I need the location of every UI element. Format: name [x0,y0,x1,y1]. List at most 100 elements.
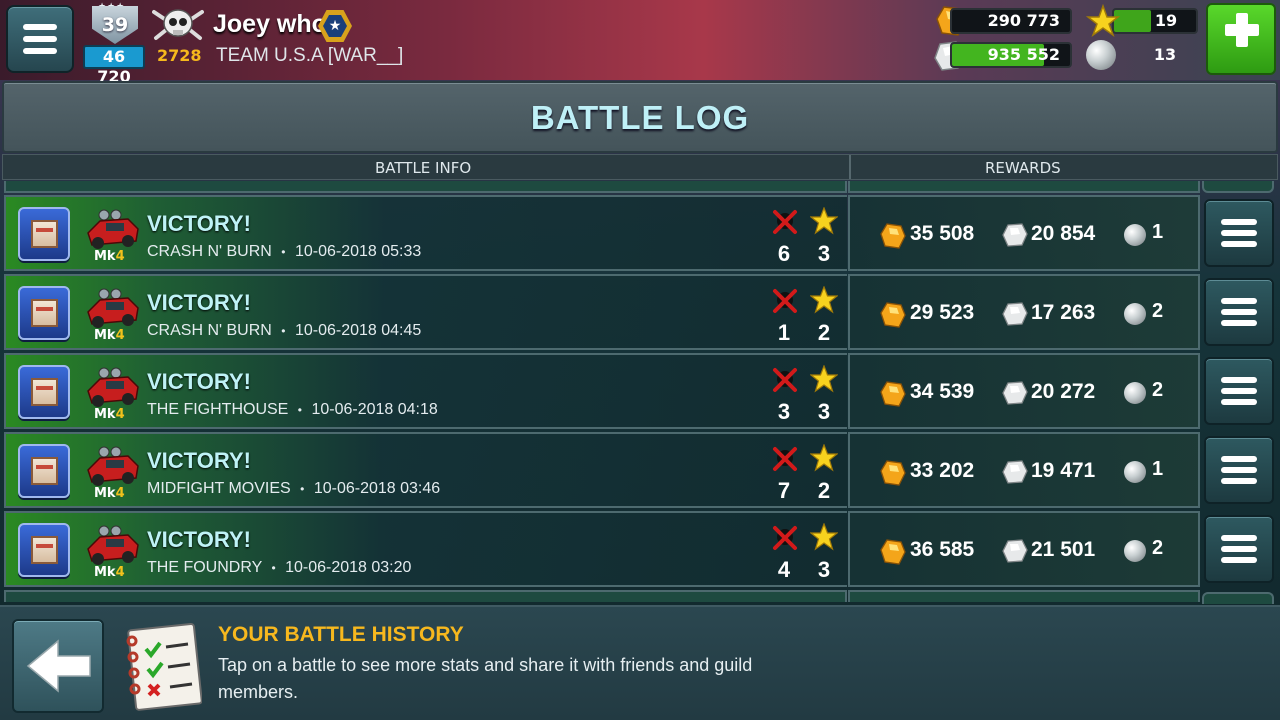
battle-result: VICTORY! [147,290,251,315]
battle-map-and-date: THE FIGHTHOUSE • 10-06-2018 04:18 [147,401,438,419]
battle-result: VICTORY! [147,527,251,552]
crossed-skull-icon [773,210,797,234]
top-bar: ★★★ 39 46 720 2728 Joey who ★ TEAM U.S.A… [0,0,1280,86]
battle-result: VICTORY! [147,369,251,394]
map-name: THE FIGHTHOUSE [147,401,289,418]
battle-datetime: 10-06-2018 04:45 [294,322,422,339]
list-edge [1202,592,1274,604]
kills-count: 4 [777,557,791,582]
map-name: CRASH N' BURN [147,243,272,260]
footer-description: Tap on a battle to see more stats and sh… [218,655,753,702]
rewards-cell[interactable]: 29 523 17 263 2 [848,274,1200,350]
menu-line [23,48,57,54]
pearl-icon [1124,303,1146,325]
star-count: 19 [1154,11,1178,30]
reward-gold: 33 202 [910,459,975,482]
battle-info-cell[interactable]: Mk4 VICTORY! CRASH N' BURN • 10-06-2018 … [4,195,847,271]
column-divider [849,155,851,179]
car-icon [87,288,139,328]
player-level: 39 [101,14,129,36]
battle-datetime: 10-06-2018 03:20 [285,559,412,576]
footer: YOUR BATTLE HISTORY Tap on a battle to s… [0,605,1280,720]
star-progress-bar: 19 [1112,8,1198,34]
battle-details-button[interactable] [1204,515,1274,583]
skull-avatar-icon[interactable] [152,4,204,44]
battle-details-button[interactable] [1204,357,1274,425]
reward-gold: 35 508 [910,222,975,245]
main-menu-button[interactable] [6,5,74,73]
team-name[interactable]: TEAM U.S.A [WAR__] [216,45,403,67]
page-title: BATTLE LOG [530,99,750,136]
star-icon [1086,4,1120,37]
kills-count: 1 [777,320,791,345]
stars-count: 3 [817,399,831,424]
battle-row[interactable]: Mk4 VICTORY! THE FIGHTHOUSE • 10-06-2018… [2,353,1278,429]
battle-info-cell[interactable]: Mk4 VICTORY! MIDFIGHT MOVIES • 10-06-201… [4,432,847,508]
battle-info-cell[interactable]: Mk4 VICTORY! THE FOUNDRY • 10-06-2018 03… [4,511,847,587]
pearl-icon [1124,224,1146,246]
silver-gem-icon [1002,539,1028,563]
reward-gold: 29 523 [910,301,975,324]
crossed-skull-icon [773,289,797,313]
player-xp: 46 720 [83,45,145,86]
gold-gem-icon [880,223,906,249]
battle-row[interactable]: Mk4 VICTORY! THE FOUNDRY • 10-06-2018 03… [2,511,1278,587]
crossed-skull-icon [773,526,797,550]
silver-gem-icon [1002,381,1028,405]
reward-silver: 20 854 [1031,222,1096,245]
rewards-cell[interactable]: 33 202 19 471 1 [848,432,1200,508]
battle-row[interactable]: Mk4 VICTORY! CRASH N' BURN • 10-06-2018 … [2,195,1278,271]
stars-count: 2 [817,320,831,345]
kills-count: 6 [777,241,791,266]
battle-datetime: 10-06-2018 03:46 [313,480,441,497]
car-icon [87,525,139,565]
map-name: MIDFIGHT MOVIES [147,480,291,497]
kills-count: 3 [777,399,791,424]
trophy-count: 2728 [157,46,202,65]
checklist-notebook-icon [126,622,202,711]
list-edge [4,181,847,193]
battle-map-and-date: CRASH N' BURN • 10-06-2018 05:33 [147,243,421,261]
battle-info-cell[interactable]: Mk4 VICTORY! THE FIGHTHOUSE • 10-06-2018… [4,353,847,429]
crossed-skull-icon [773,447,797,471]
star-icon [810,444,838,472]
battle-map-and-date: MIDFIGHT MOVIES • 10-06-2018 03:46 [147,480,440,498]
guild-fort-badge-icon [18,444,70,498]
silver-amount: 935 552 [987,45,1060,64]
menu-line [23,24,57,30]
battle-details-button[interactable] [1204,199,1274,267]
pearl-count: 13 [1153,45,1177,64]
level-shield-icon[interactable]: 39 [92,6,138,44]
battle-details-button[interactable] [1204,278,1274,346]
player-name[interactable]: Joey who [213,10,327,39]
list-edge [848,590,1200,602]
rewards-cell[interactable]: 35 508 20 854 1 [848,195,1200,271]
battle-map-and-date: THE FOUNDRY • 10-06-2018 03:20 [147,559,411,577]
battle-row[interactable]: Mk4 VICTORY! CRASH N' BURN • 10-06-2018 … [2,274,1278,350]
back-button[interactable] [12,619,104,713]
battle-list[interactable]: Mk4 VICTORY! CRASH N' BURN • 10-06-2018 … [2,181,1278,604]
column-headers: BATTLE INFO REWARDS [2,154,1278,180]
menu-line [23,36,57,42]
kills-count: 7 [777,478,791,503]
gold-gem-icon [880,381,906,407]
battle-row[interactable]: Mk4 VICTORY! MIDFIGHT MOVIES • 10-06-201… [2,432,1278,508]
silver-amount-bar: 935 552 [950,42,1072,68]
rewards-cell[interactable]: 36 585 21 501 2 [848,511,1200,587]
battle-datetime: 10-06-2018 05:33 [294,243,422,260]
guild-fort-badge-icon [18,286,70,340]
back-arrow-icon [26,639,91,693]
mk-label: Mk4 [94,486,125,501]
battle-details-button[interactable] [1204,436,1274,504]
stars-count: 3 [817,241,831,266]
map-name: CRASH N' BURN [147,322,272,339]
mk-label: Mk4 [94,328,125,343]
mk-label: Mk4 [94,565,125,580]
battle-info-cell[interactable]: Mk4 VICTORY! CRASH N' BURN • 10-06-2018 … [4,274,847,350]
rewards-cell[interactable]: 34 539 20 272 2 [848,353,1200,429]
reward-pearls: 1 [1152,458,1164,480]
battle-datetime: 10-06-2018 04:18 [311,401,438,418]
separator: • [281,324,286,338]
shop-plus-button[interactable] [1206,3,1276,75]
star-icon [810,286,838,314]
